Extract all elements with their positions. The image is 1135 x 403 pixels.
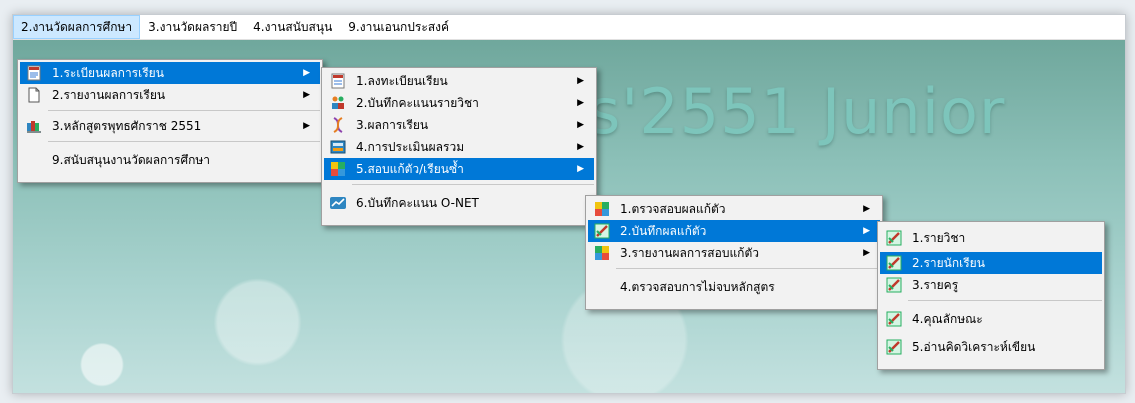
- menu-item-label: 1.ตรวจสอบผลแก้ตัว: [620, 202, 726, 216]
- menu-item-check-non-graduation[interactable]: 4.ตรวจสอบการไม่จบหลักสูตร: [588, 273, 880, 301]
- menu-item-label: 2.บันทึกผลแก้ตัว: [620, 224, 707, 238]
- menu-item-label: 4.การประเมินผลรวม: [356, 140, 465, 154]
- onet-chart-icon: [330, 197, 346, 209]
- menu-item-check-retest-results[interactable]: 1.ตรวจสอบผลแก้ตัว ▶: [588, 198, 880, 220]
- menubar-item-grading[interactable]: 2.งานวัดผลการศึกษา: [13, 15, 141, 39]
- puzzle-report-icon: [595, 246, 609, 260]
- menu-item-by-subject[interactable]: 1.รายวิชา: [880, 224, 1102, 252]
- submenu-arrow-icon: ▶: [577, 98, 584, 108]
- menu-item-label: 4.คุณลักษณะ: [912, 312, 983, 326]
- menu-item-label: 4.ตรวจสอบการไม่จบหลักสูตร: [620, 280, 775, 294]
- academic-records-submenu: 1.ลงทะเบียนเรียน ▶ 2.บันทึกคะแนนรายวิชา …: [321, 67, 597, 226]
- submenu-arrow-icon: ▶: [863, 248, 870, 258]
- menu-item-curriculum-2551[interactable]: 3.หลักสูตรพุทธศักราช 2551 ▶: [20, 115, 320, 137]
- puzzle-icon: [331, 162, 345, 176]
- menu-bar: 2.งานวัดผลการศึกษา 3.งานวัดผลรายปี 4.งาน…: [13, 15, 1125, 40]
- edit-record-icon: [886, 339, 902, 355]
- menu-separator: [616, 268, 880, 269]
- menu-item-label: 2.รายนักเรียน: [912, 256, 985, 270]
- menu-item-characteristics[interactable]: 4.คุณลักษณะ: [880, 305, 1102, 333]
- menu-item-label: 2.บันทึกคะแนนรายวิชา: [356, 96, 479, 110]
- submenu-arrow-icon: ▶: [303, 68, 310, 78]
- submenu-arrow-icon: ▶: [577, 164, 584, 174]
- menu-item-label: 3.รายครู: [912, 278, 959, 292]
- menu-item-label: 6.บันทึกคะแนน O-NET: [356, 196, 479, 210]
- edit-record-icon: [886, 255, 902, 271]
- menu-item-academic-report[interactable]: 2.รายงานผลการเรียน ▶: [20, 84, 320, 106]
- calculator-icon: [330, 140, 346, 154]
- menu-item-label: 1.ลงทะเบียนเรียน: [356, 74, 448, 88]
- menu-item-overall-assessment[interactable]: 4.การประเมินผลรวม ▶: [324, 136, 594, 158]
- menu-item-retest-report[interactable]: 3.รายงานผลการสอบแก้ตัว ▶: [588, 242, 880, 264]
- people-grid-icon: [332, 96, 344, 109]
- menubar-item-multipurpose[interactable]: 9.งานเอนกประสงค์: [340, 15, 457, 39]
- blank-page-icon: [28, 87, 40, 103]
- menu-item-academic-records[interactable]: 1.ระเบียนผลการเรียน ▶: [20, 62, 320, 84]
- menu-item-label: 3.ผลการเรียน: [356, 118, 429, 132]
- menu-item-grading-support[interactable]: 9.สนับสนุนงานวัดผลการศึกษา: [20, 146, 320, 174]
- menu-item-label: 3.หลักสูตรพุทธศักราช 2551: [52, 119, 202, 133]
- edit-record-icon: [594, 223, 610, 239]
- puzzle-check-icon: [595, 202, 609, 216]
- menu-item-label: 1.รายวิชา: [912, 231, 966, 245]
- menu-item-reading-thinking-writing[interactable]: 5.อ่านคิดวิเคราะห์เขียน: [880, 333, 1102, 361]
- splash-title: s'2551 Junior: [588, 75, 1006, 148]
- document-list-icon: [27, 65, 41, 81]
- menu-item-label: 5.สอบแก้ตัว/เรียนซ้ำ: [356, 162, 464, 176]
- menu-item-label: 5.อ่านคิดวิเคราะห์เขียน: [912, 340, 1036, 354]
- menu-separator: [48, 110, 320, 111]
- menu-item-label: 1.ระเบียนผลการเรียน: [52, 66, 164, 80]
- submenu-arrow-icon: ▶: [863, 204, 870, 214]
- submenu-arrow-icon: ▶: [863, 226, 870, 236]
- edit-record-icon: [886, 277, 902, 293]
- menu-separator: [908, 300, 1102, 301]
- menubar-item-yearly-grading[interactable]: 3.งานวัดผลรายปี: [140, 15, 245, 39]
- edit-record-icon: [886, 311, 902, 327]
- menu-item-by-teacher[interactable]: 3.รายครู: [880, 274, 1102, 296]
- submenu-arrow-icon: ▶: [303, 90, 310, 100]
- menu-item-record-retest-results[interactable]: 2.บันทึกผลแก้ตัว ▶: [588, 220, 880, 242]
- menu-item-academic-results[interactable]: 3.ผลการเรียน ▶: [324, 114, 594, 136]
- dna-strand-icon: [333, 117, 343, 133]
- menu-item-subject-score-entry[interactable]: 2.บันทึกคะแนนรายวิชา ▶: [324, 92, 594, 114]
- grading-dropdown-menu: 1.ระเบียนผลการเรียน ▶ 2.รายงานผลการเรียน…: [17, 59, 323, 183]
- edit-record-icon: [886, 230, 902, 246]
- menu-item-label: 2.รายงานผลการเรียน: [52, 88, 166, 102]
- menu-item-course-registration[interactable]: 1.ลงทะเบียนเรียน ▶: [324, 70, 594, 92]
- menu-item-onet-score-entry[interactable]: 6.บันทึกคะแนน O-NET: [324, 189, 594, 217]
- record-retest-submenu: 1.รายวิชา 2.รายนักเรียน 3.รายครู 4.คุณลั…: [877, 221, 1105, 370]
- menu-item-label: 3.รายงานผลการสอบแก้ตัว: [620, 246, 759, 260]
- submenu-arrow-icon: ▶: [577, 142, 584, 152]
- menubar-item-support[interactable]: 4.งานสนับสนุน: [245, 15, 340, 39]
- app-window: s'2551 Junior 2.งานวัดผลการศึกษา 3.งานวั…: [12, 14, 1126, 394]
- menu-separator: [48, 141, 320, 142]
- submenu-arrow-icon: ▶: [577, 120, 584, 130]
- submenu-arrow-icon: ▶: [577, 76, 584, 86]
- menu-separator: [352, 184, 594, 185]
- menu-item-by-student[interactable]: 2.รายนักเรียน: [880, 252, 1102, 274]
- submenu-arrow-icon: ▶: [303, 121, 310, 131]
- books-icon: [27, 121, 41, 133]
- menu-item-retest-repeat[interactable]: 5.สอบแก้ตัว/เรียนซ้ำ ▶: [324, 158, 594, 180]
- register-document-icon: [331, 73, 345, 89]
- menu-item-label: 9.สนับสนุนงานวัดผลการศึกษา: [52, 153, 211, 167]
- retest-submenu: 1.ตรวจสอบผลแก้ตัว ▶ 2.บันทึกผลแก้ตัว ▶ 3…: [585, 195, 883, 310]
